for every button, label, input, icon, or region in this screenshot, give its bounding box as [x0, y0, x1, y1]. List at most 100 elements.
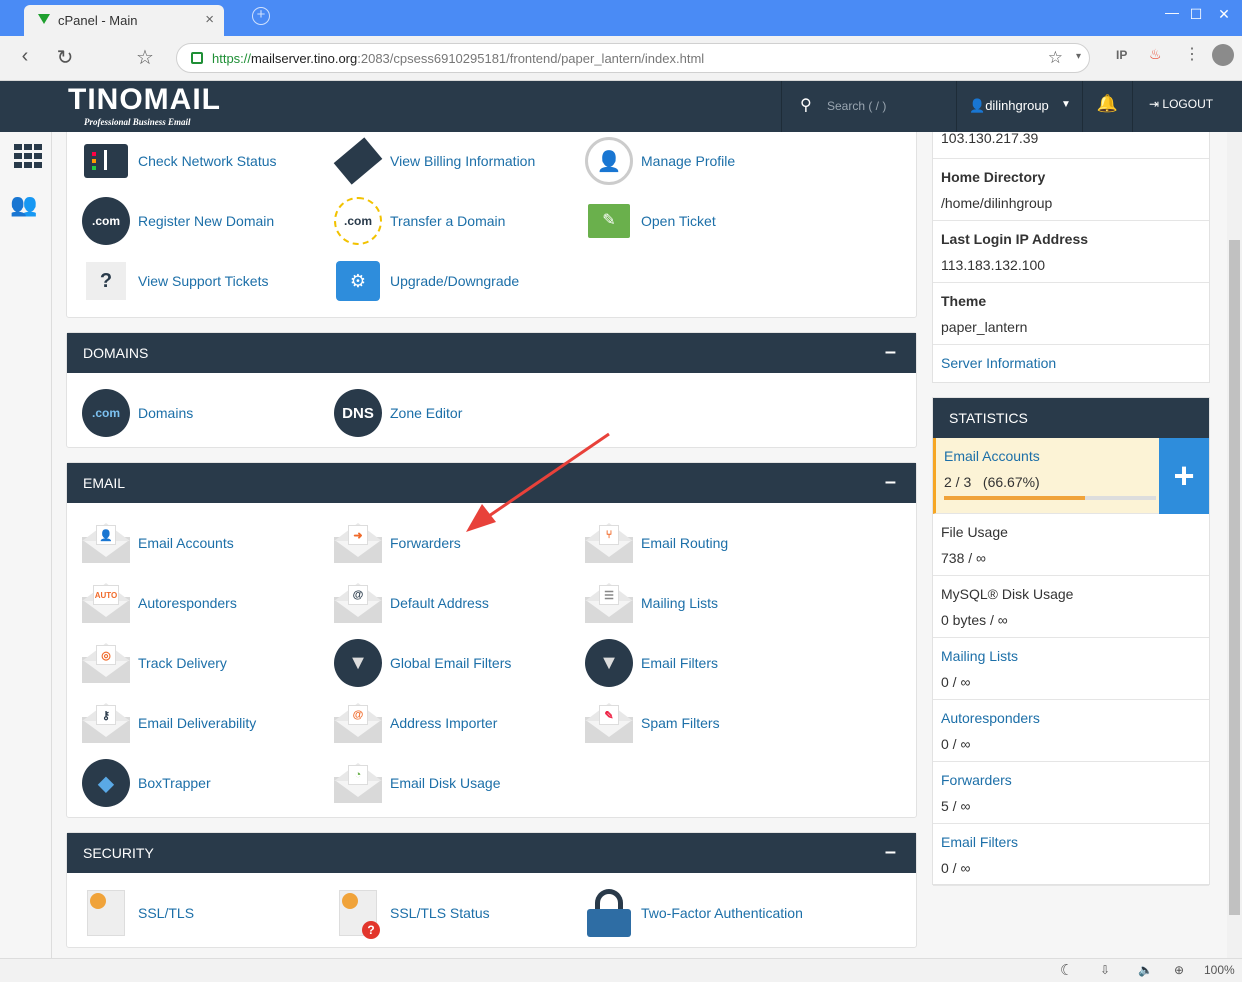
link-email-filters[interactable]: ▼ Email Filters: [584, 637, 718, 689]
default-address-icon: @: [333, 578, 383, 628]
link-boxtrapper[interactable]: ◆ BoxTrapper: [81, 757, 211, 809]
server-information-link[interactable]: Server Information: [933, 345, 1209, 383]
cpanel-header: TINOMAIL Professional Business Email ⚲ S…: [0, 81, 1242, 132]
stat-label[interactable]: Email Filters: [941, 834, 1018, 850]
link-zone-editor[interactable]: DNS Zone Editor: [333, 387, 462, 439]
add-email-account-button[interactable]: +: [1159, 438, 1209, 514]
link-address-importer[interactable]: @ Address Importer: [333, 697, 497, 749]
maximize-icon[interactable]: ☐: [1186, 6, 1206, 23]
profile-icon: 👤: [584, 136, 634, 186]
register-domain-icon: .com: [81, 196, 131, 246]
stat-label[interactable]: Autoresponders: [941, 710, 1040, 726]
logout-button[interactable]: ⇥ LOGOUT: [1132, 81, 1242, 132]
link-upgrade-downgrade[interactable]: ⚙ Upgrade/Downgrade: [333, 255, 519, 307]
link-email-deliverability[interactable]: ⚷ Email Deliverability: [81, 697, 256, 749]
scrollbar-thumb[interactable]: [1229, 240, 1240, 915]
logo-tagline: Professional Business Email: [84, 117, 191, 127]
zoom-icon[interactable]: ⊕: [1174, 963, 1184, 977]
reload-icon[interactable]: ↻: [52, 45, 78, 70]
home-grid-icon[interactable]: [14, 144, 42, 168]
omnibox-dropdown-icon[interactable]: ▾: [1076, 51, 1081, 62]
zoom-level[interactable]: 100%: [1204, 963, 1235, 977]
stat-value: 0 bytes / ∞: [941, 612, 1008, 628]
link-ssl-tls[interactable]: SSL/TLS: [81, 887, 194, 939]
address-bar-row: ‹ ↻ ☆ https://mailserver.tino.org:2083/c…: [0, 36, 1242, 81]
link-forwarders[interactable]: ➜ Forwarders: [333, 517, 461, 569]
menu-dots-icon[interactable]: ⋮: [1184, 44, 1200, 64]
omnibox-star-icon[interactable]: ☆: [1048, 48, 1063, 68]
stat-row[interactable]: Mailing Lists 0 / ∞: [933, 638, 1209, 700]
stat-row[interactable]: Autoresponders 0 / ∞: [933, 700, 1209, 762]
volume-icon[interactable]: 🔈: [1138, 963, 1153, 977]
stat-label[interactable]: Forwarders: [941, 772, 1012, 788]
stat-row[interactable]: Forwarders 5 / ∞: [933, 762, 1209, 824]
certificate-status-icon: ?: [333, 888, 383, 939]
link-check-network-status[interactable]: Check Network Status: [81, 135, 277, 187]
url-input[interactable]: https://mailserver.tino.org:2083/cpsess6…: [176, 43, 1090, 73]
night-mode-icon[interactable]: ☾: [1060, 961, 1073, 979]
notifications-bell-icon[interactable]: 🔔: [1082, 81, 1132, 132]
boxtrapper-icon: ◆: [81, 758, 131, 808]
back-icon[interactable]: ‹: [12, 45, 38, 68]
link-email-disk-usage[interactable]: ◔ Email Disk Usage: [333, 757, 500, 809]
stat-value: 0 / ∞: [941, 736, 971, 752]
statistics-header: STATISTICS: [933, 398, 1209, 438]
download-icon[interactable]: ⇩: [1100, 963, 1110, 977]
search-input[interactable]: ⚲ Search ( / ): [781, 81, 956, 132]
info-row: Home Directory/home/dilinhgroup: [933, 159, 1209, 221]
link-two-factor-authentication[interactable]: Two-Factor Authentication: [584, 887, 803, 939]
link-default-address[interactable]: @ Default Address: [333, 577, 489, 629]
link-transfer-a-domain[interactable]: .com Transfer a Domain: [333, 195, 505, 247]
link-email-accounts[interactable]: 👤 Email Accounts: [81, 517, 234, 569]
link-view-support-tickets[interactable]: ? View Support Tickets: [81, 255, 268, 307]
ip-extension-icon[interactable]: IP: [1116, 48, 1127, 62]
user-menu[interactable]: 👤dilinhgroup ▼: [956, 81, 1082, 132]
link-mailing-lists[interactable]: ☰ Mailing Lists: [584, 577, 718, 629]
bookmark-star-icon[interactable]: ☆: [132, 45, 158, 70]
username: 👤dilinhgroup: [969, 98, 1049, 113]
link-ssl-tls-status[interactable]: ? SSL/TLS Status: [333, 887, 490, 939]
page-scrollbar[interactable]: [1227, 132, 1242, 958]
link-global-email-filters[interactable]: ▼ Global Email Filters: [333, 637, 511, 689]
link-track-delivery[interactable]: ◎ Track Delivery: [81, 637, 227, 689]
link-view-billing-information[interactable]: View Billing Information: [333, 135, 535, 187]
collapse-icon[interactable]: –: [885, 841, 896, 864]
stat-value: 0 / ∞: [941, 860, 971, 876]
stat-row: MySQL® Disk Usage 0 bytes / ∞: [933, 576, 1209, 638]
collapse-icon[interactable]: –: [885, 471, 896, 494]
link-domains[interactable]: .com Domains: [81, 387, 193, 439]
annotation-arrow: [466, 432, 610, 532]
window-close-icon[interactable]: ✕: [1214, 6, 1234, 23]
users-icon[interactable]: 👥: [10, 192, 37, 218]
address-importer-icon: @: [333, 698, 383, 748]
support-tickets-icon: ?: [81, 256, 131, 306]
fire-extension-icon[interactable]: ♨: [1149, 46, 1162, 63]
link-autoresponders[interactable]: AUTO Autoresponders: [81, 577, 237, 629]
statistics-panel: STATISTICS Email Accounts 2 / 3 (66.67%)…: [932, 397, 1210, 886]
stat-label[interactable]: Mailing Lists: [941, 648, 1018, 664]
tinomail-logo[interactable]: TINOMAIL: [68, 83, 221, 117]
new-tab-icon[interactable]: +: [252, 7, 270, 25]
minimize-icon[interactable]: —: [1162, 4, 1182, 20]
url-text: https://mailserver.tino.org:2083/cpsess6…: [212, 51, 705, 66]
link-open-ticket[interactable]: ✎ Open Ticket: [584, 195, 716, 247]
stat-value: 5 / ∞: [941, 798, 971, 814]
tab-close-icon[interactable]: ×: [205, 11, 214, 28]
stat-value: 0 / ∞: [941, 674, 971, 690]
stat-email-accounts[interactable]: Email Accounts 2 / 3 (66.67%) +: [933, 438, 1209, 514]
cpanel-favicon-icon: [38, 14, 50, 24]
shared-ip-row: 103.130.217.39: [933, 132, 1209, 159]
link-register-new-domain[interactable]: .com Register New Domain: [81, 195, 274, 247]
collapse-icon[interactable]: –: [885, 341, 896, 364]
mailing-lists-icon: ☰: [584, 578, 634, 628]
stat-row[interactable]: Email Filters 0 / ∞: [933, 824, 1209, 886]
security-panel-header[interactable]: SECURITY –: [67, 833, 916, 873]
link-spam-filters[interactable]: ✎ Spam Filters: [584, 697, 720, 749]
spam-filters-icon: ✎: [584, 698, 634, 748]
link-manage-profile[interactable]: 👤 Manage Profile: [584, 135, 735, 187]
browser-tab[interactable]: cPanel - Main ×: [24, 5, 224, 36]
profile-icon[interactable]: [1212, 44, 1234, 66]
stat-label: MySQL® Disk Usage: [941, 586, 1074, 602]
transfer-domain-icon: .com: [333, 196, 383, 246]
domains-panel-header[interactable]: DOMAINS –: [67, 333, 916, 373]
